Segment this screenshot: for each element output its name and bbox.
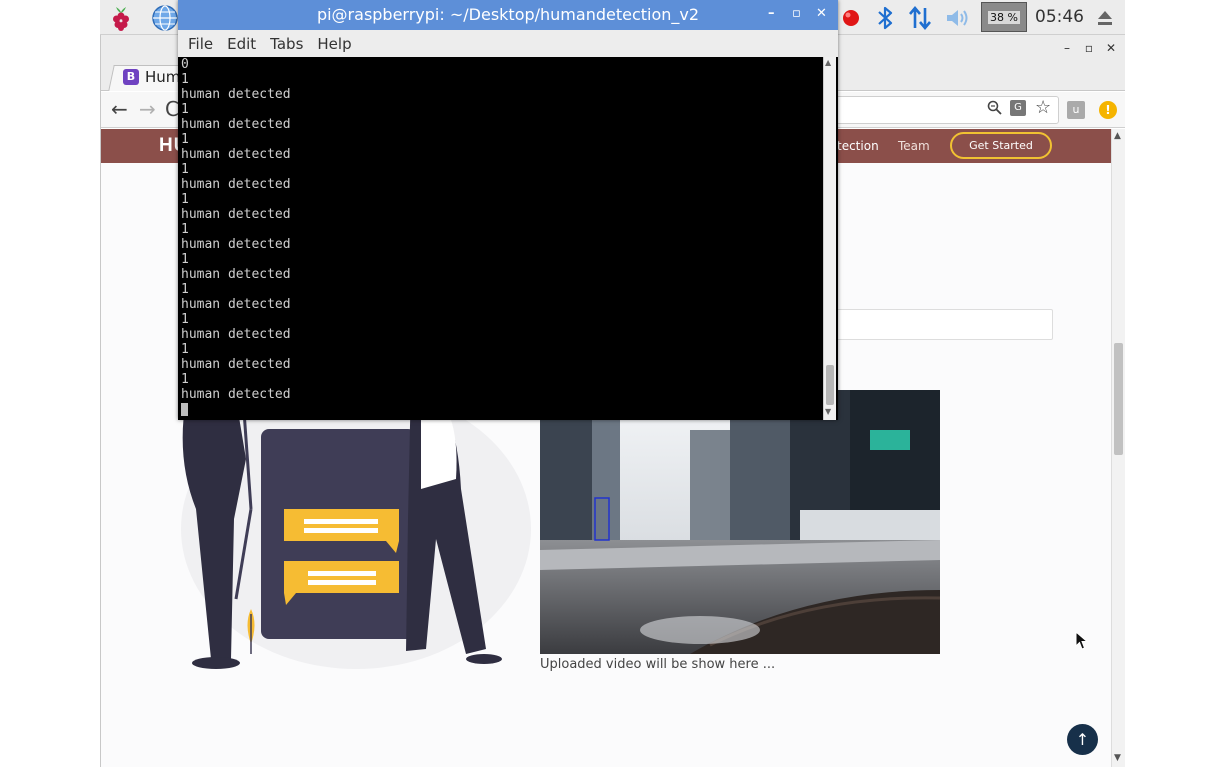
network-icon[interactable] bbox=[905, 3, 935, 33]
terminal-line: human detected bbox=[181, 327, 291, 342]
terminal-line: human detected bbox=[181, 177, 291, 192]
scrollbar-thumb[interactable] bbox=[1114, 343, 1123, 455]
menu-help[interactable]: Help bbox=[317, 35, 351, 53]
terminal-line: 1 bbox=[181, 342, 189, 357]
terminal-line: 1 bbox=[181, 282, 189, 297]
terminal-line: human detected bbox=[181, 267, 291, 282]
eject-icon[interactable] bbox=[1090, 3, 1120, 33]
terminal-scroll-up-icon[interactable]: ▲ bbox=[825, 58, 831, 67]
red-dot-icon[interactable] bbox=[836, 3, 866, 33]
cpu-usage-text: 38 % bbox=[988, 10, 1020, 24]
terminal-line: 1 bbox=[181, 372, 189, 387]
terminal-line: human detected bbox=[181, 87, 291, 102]
nav-link-detection[interactable]: tection bbox=[837, 139, 879, 153]
desktop-screen: 38 % 05:46 – ▫ ✕ ☺ B Hum ← → C G ☆ u bbox=[0, 0, 1225, 767]
get-started-button[interactable]: Get Started bbox=[950, 132, 1052, 159]
terminal-line: human detected bbox=[181, 237, 291, 252]
terminal-line: 1 bbox=[181, 72, 189, 87]
terminal-prompt-line bbox=[181, 402, 823, 417]
clock[interactable]: 05:46 bbox=[1035, 7, 1084, 27]
terminal-line: 1 bbox=[181, 132, 189, 147]
zoom-icon[interactable] bbox=[987, 100, 1002, 119]
bookmark-star-icon[interactable]: ☆ bbox=[1035, 97, 1051, 118]
terminal-titlebar[interactable]: pi@raspberrypi: ~/Desktop/humandetection… bbox=[178, 0, 838, 30]
terminal-output[interactable]: 0 1 human detected 1 human detected 1 hu… bbox=[181, 57, 823, 419]
terminal-line: human detected bbox=[181, 387, 291, 402]
video-caption: Uploaded video will be show here ... bbox=[540, 657, 776, 672]
terminal-line: human detected bbox=[181, 117, 291, 132]
menu-edit[interactable]: Edit bbox=[227, 35, 256, 53]
reload-icon[interactable]: C bbox=[165, 97, 179, 121]
terminal-line: 1 bbox=[181, 102, 189, 117]
terminal-cursor bbox=[181, 403, 188, 416]
browser-maximize-button[interactable]: ▫ bbox=[1081, 40, 1097, 56]
terminal-line: human detected bbox=[181, 207, 291, 222]
scroll-down-arrow-icon[interactable]: ▼ bbox=[1114, 753, 1121, 763]
terminal-line: 1 bbox=[181, 162, 189, 177]
globe-icon[interactable] bbox=[150, 3, 180, 33]
back-arrow-icon[interactable]: ← bbox=[111, 97, 128, 121]
terminal-scrollbar-thumb[interactable] bbox=[826, 365, 834, 405]
terminal-line: human detected bbox=[181, 357, 291, 372]
terminal-menubar: File Edit Tabs Help bbox=[178, 30, 838, 57]
scroll-up-arrow-icon[interactable]: ▲ bbox=[1114, 131, 1121, 141]
uploaded-video-frame[interactable] bbox=[540, 390, 940, 654]
tab-title[interactable]: Hum bbox=[145, 68, 180, 86]
browser-minimize-button[interactable]: – bbox=[1059, 40, 1075, 56]
nav-link-team[interactable]: Team bbox=[898, 139, 930, 153]
page-scrollbar[interactable]: ▲ ▼ bbox=[1111, 129, 1125, 767]
terminal-close-button[interactable]: ✕ bbox=[816, 6, 827, 21]
browser-close-button[interactable]: ✕ bbox=[1103, 40, 1119, 56]
terminal-scroll-down-icon[interactable]: ▼ bbox=[825, 407, 831, 416]
terminal-line: 1 bbox=[181, 252, 189, 267]
extension-u-icon[interactable]: u bbox=[1067, 101, 1085, 119]
terminal-line: 0 bbox=[181, 57, 189, 72]
video-upload-input[interactable] bbox=[821, 309, 1053, 340]
menu-file[interactable]: File bbox=[188, 35, 213, 53]
raspberry-pi-menu-icon[interactable] bbox=[106, 3, 136, 33]
terminal-line: 1 bbox=[181, 222, 189, 237]
volume-icon[interactable] bbox=[943, 3, 973, 33]
extension-alert-icon[interactable]: ! bbox=[1099, 101, 1117, 119]
terminal-window[interactable]: pi@raspberrypi: ~/Desktop/humandetection… bbox=[178, 0, 838, 420]
bluetooth-icon[interactable] bbox=[870, 3, 900, 33]
terminal-scrollbar[interactable]: ▲ ▼ bbox=[823, 57, 836, 420]
terminal-line: 1 bbox=[181, 312, 189, 327]
forward-arrow-icon[interactable]: → bbox=[139, 97, 156, 121]
terminal-line: human detected bbox=[181, 147, 291, 162]
terminal-line: 1 bbox=[181, 192, 189, 207]
translate-icon[interactable]: G bbox=[1010, 100, 1026, 116]
terminal-minimize-button[interactable]: – bbox=[768, 6, 775, 21]
bootstrap-favicon-icon: B bbox=[123, 69, 139, 85]
back-to-top-button[interactable]: ↑ bbox=[1067, 724, 1098, 755]
terminal-line: human detected bbox=[181, 297, 291, 312]
terminal-title: pi@raspberrypi: ~/Desktop/humandetection… bbox=[316, 5, 700, 24]
cpu-usage-meter[interactable]: 38 % bbox=[981, 2, 1027, 32]
menu-tabs[interactable]: Tabs bbox=[270, 35, 303, 53]
mouse-cursor-icon bbox=[1075, 631, 1089, 650]
terminal-maximize-button[interactable]: ▫ bbox=[792, 6, 801, 21]
